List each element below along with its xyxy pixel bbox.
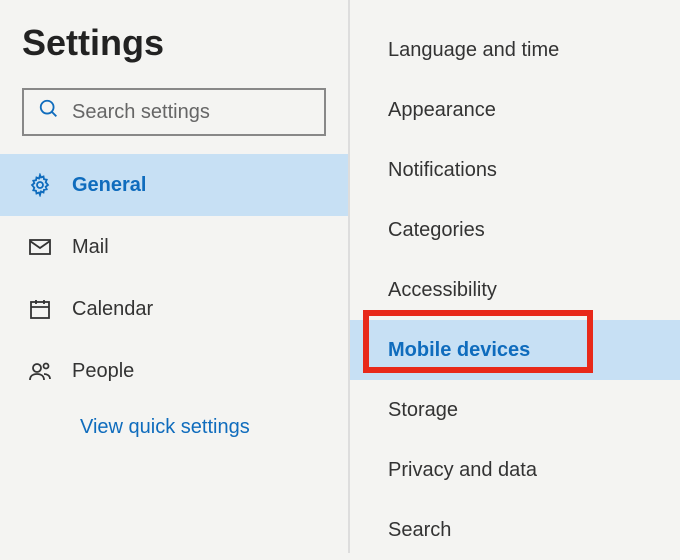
subnav-item-accessibility[interactable]: Accessibility bbox=[350, 260, 680, 320]
subnav-item-label: Language and time bbox=[388, 39, 559, 62]
nav-item-label: General bbox=[72, 174, 146, 197]
subnav-item-notifications[interactable]: Notifications bbox=[350, 140, 680, 200]
settings-subnav-list: Language and time Appearance Notificatio… bbox=[350, 0, 680, 560]
nav-item-label: People bbox=[72, 360, 134, 383]
settings-nav-list: General Mail bbox=[0, 154, 348, 402]
nav-item-label: Mail bbox=[72, 236, 109, 259]
subnav-item-label: Storage bbox=[388, 399, 458, 422]
subnav-item-search[interactable]: Search bbox=[350, 500, 680, 560]
search-icon bbox=[38, 98, 60, 126]
nav-item-mail[interactable]: Mail bbox=[0, 216, 348, 278]
calendar-icon bbox=[28, 297, 52, 321]
subnav-item-label: Privacy and data bbox=[388, 459, 537, 482]
search-input[interactable] bbox=[72, 101, 337, 124]
nav-item-people[interactable]: People bbox=[0, 340, 348, 402]
subnav-item-categories[interactable]: Categories bbox=[350, 200, 680, 260]
search-box[interactable] bbox=[22, 88, 326, 136]
nav-item-calendar[interactable]: Calendar bbox=[0, 278, 348, 340]
subnav-item-label: Search bbox=[388, 519, 451, 542]
subnav-item-appearance[interactable]: Appearance bbox=[350, 80, 680, 140]
view-quick-settings-link[interactable]: View quick settings bbox=[0, 402, 250, 439]
subnav-item-label: Categories bbox=[388, 219, 485, 242]
settings-right-panel: Language and time Appearance Notificatio… bbox=[350, 0, 680, 553]
subnav-item-label: Notifications bbox=[388, 159, 497, 182]
nav-item-label: Calendar bbox=[72, 298, 153, 321]
subnav-item-mobile-devices[interactable]: Mobile devices bbox=[350, 320, 680, 380]
gear-icon bbox=[28, 173, 52, 197]
settings-left-panel: Settings General bbox=[0, 0, 350, 553]
subnav-item-label: Mobile devices bbox=[388, 339, 530, 362]
subnav-item-label: Appearance bbox=[388, 99, 496, 122]
subnav-item-privacy-data[interactable]: Privacy and data bbox=[350, 440, 680, 500]
subnav-item-label: Accessibility bbox=[388, 279, 497, 302]
mail-icon bbox=[28, 235, 52, 259]
nav-item-general[interactable]: General bbox=[0, 154, 348, 216]
subnav-item-storage[interactable]: Storage bbox=[350, 380, 680, 440]
page-title: Settings bbox=[0, 0, 348, 64]
people-icon bbox=[28, 359, 52, 383]
subnav-item-language-time[interactable]: Language and time bbox=[350, 20, 680, 80]
